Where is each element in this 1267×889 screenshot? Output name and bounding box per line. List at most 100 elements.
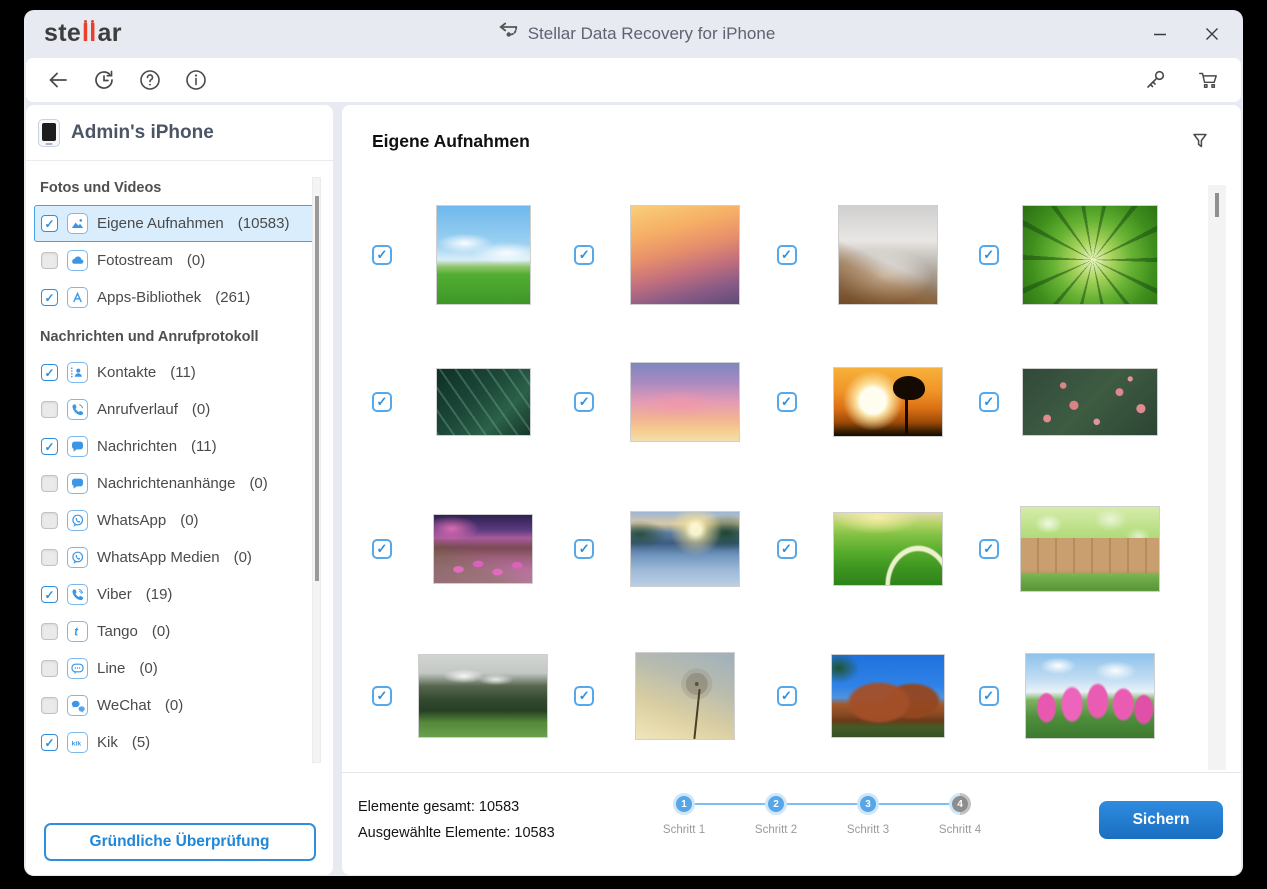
photo-wrap bbox=[999, 368, 1181, 436]
sidebar-item[interactable]: tTango(0) bbox=[34, 613, 319, 650]
sidebar-item[interactable]: Line(0) bbox=[34, 650, 319, 687]
sidebar-item[interactable]: Fotostream(0) bbox=[34, 242, 319, 279]
sidebar-item-count: (261) bbox=[215, 289, 250, 306]
photo-thumbnail[interactable] bbox=[630, 511, 740, 587]
buy-cart-icon[interactable] bbox=[1197, 68, 1221, 92]
photo-wrap bbox=[797, 367, 979, 437]
photo-checkbox[interactable] bbox=[777, 245, 797, 265]
photo-thumbnail[interactable] bbox=[436, 368, 531, 436]
photo-thumbnail[interactable] bbox=[1022, 205, 1158, 305]
sidebar-item[interactable]: Anrufverlauf(0) bbox=[34, 391, 319, 428]
photo-wrap bbox=[392, 368, 574, 436]
sidebar-item[interactable]: Viber(19) bbox=[34, 576, 319, 613]
photo-thumbnail[interactable] bbox=[1020, 506, 1160, 592]
category-checkbox[interactable] bbox=[41, 475, 58, 492]
photo-checkbox[interactable] bbox=[372, 392, 392, 412]
category-checkbox[interactable] bbox=[41, 401, 58, 418]
photo-thumbnail[interactable] bbox=[833, 512, 943, 586]
photo-cell bbox=[574, 328, 776, 475]
category-checkbox[interactable] bbox=[41, 252, 58, 269]
info-icon[interactable] bbox=[184, 68, 208, 92]
photo-thumbnail[interactable] bbox=[1022, 368, 1158, 436]
category-list: Fotos und VideosEigene Aufnahmen(10583)F… bbox=[26, 161, 333, 813]
logo-text: ste bbox=[44, 19, 81, 48]
photo-checkbox[interactable] bbox=[979, 539, 999, 559]
sidebar-item-label: WeChat bbox=[97, 697, 151, 714]
call-icon bbox=[67, 399, 88, 420]
photo-checkbox[interactable] bbox=[372, 686, 392, 706]
photo-checkbox[interactable] bbox=[574, 392, 594, 412]
sidebar-item[interactable]: kikKik(5) bbox=[34, 724, 319, 761]
sidebar-item[interactable]: Nachrichtenanhänge(0) bbox=[34, 465, 319, 502]
whatsapp-icon bbox=[67, 510, 88, 531]
photo-checkbox[interactable] bbox=[574, 539, 594, 559]
save-button[interactable]: Sichern bbox=[1099, 801, 1223, 839]
history-icon[interactable] bbox=[92, 68, 116, 92]
filter-icon[interactable] bbox=[1189, 130, 1211, 152]
photo-thumbnail[interactable] bbox=[433, 514, 533, 584]
category-checkbox[interactable] bbox=[41, 734, 58, 751]
step-3: 3Schritt 3 bbox=[822, 793, 914, 836]
photo-checkbox[interactable] bbox=[777, 686, 797, 706]
sidebar-item[interactable]: WeChat(0) bbox=[34, 687, 319, 724]
photo-checkbox[interactable] bbox=[777, 392, 797, 412]
main-scrollbar[interactable] bbox=[1208, 185, 1226, 770]
category-checkbox[interactable] bbox=[41, 586, 58, 603]
photo-checkbox[interactable] bbox=[979, 245, 999, 265]
svg-text:t: t bbox=[74, 627, 79, 639]
sidebar-item[interactable]: Nachrichten(11) bbox=[34, 428, 319, 465]
category-checkbox[interactable] bbox=[41, 697, 58, 714]
category-checkbox[interactable] bbox=[41, 215, 58, 232]
register-key-icon[interactable] bbox=[1143, 68, 1167, 92]
sidebar-item-count: (0) bbox=[234, 549, 252, 566]
photo-checkbox[interactable] bbox=[979, 392, 999, 412]
sidebar-item[interactable]: Eigene Aufnahmen(10583) bbox=[34, 205, 319, 242]
sidebar-item[interactable]: Kontakte(11) bbox=[34, 354, 319, 391]
photo-wrap bbox=[594, 652, 776, 740]
category-checkbox[interactable] bbox=[41, 289, 58, 306]
category-checkbox[interactable] bbox=[41, 512, 58, 529]
app-window: stellar Stellar Data Recovery for iPhone bbox=[24, 10, 1243, 876]
sidebar-item[interactable]: WhatsApp Medien(0) bbox=[34, 539, 319, 576]
photo-thumbnail[interactable] bbox=[436, 205, 531, 305]
back-icon[interactable] bbox=[46, 68, 70, 92]
sidebar-scrollbar[interactable] bbox=[312, 177, 321, 763]
help-icon[interactable] bbox=[138, 68, 162, 92]
photo-thumbnail[interactable] bbox=[833, 367, 943, 437]
close-button[interactable] bbox=[1201, 23, 1223, 45]
photo-checkbox[interactable] bbox=[372, 245, 392, 265]
photo-checkbox[interactable] bbox=[777, 539, 797, 559]
photo-checkbox[interactable] bbox=[574, 245, 594, 265]
sidebar-item[interactable]: Apps-Bibliothek(261) bbox=[34, 279, 319, 316]
photo-thumbnail[interactable] bbox=[630, 205, 740, 305]
category-checkbox[interactable] bbox=[41, 660, 58, 677]
photo-wrap bbox=[999, 205, 1181, 305]
appstore-icon bbox=[67, 287, 88, 308]
photo-thumbnail[interactable] bbox=[838, 205, 938, 305]
category-checkbox[interactable] bbox=[41, 623, 58, 640]
photo-thumbnail[interactable] bbox=[635, 652, 735, 740]
sidebar-item-count: (0) bbox=[139, 660, 157, 677]
main-panel: Eigene Aufnahmen Elemente gesamt: 10583 … bbox=[342, 105, 1241, 875]
deep-scan-button[interactable]: Gründliche Überprüfung bbox=[44, 823, 316, 861]
step-4: 4Schritt 4 bbox=[914, 793, 1006, 836]
main-scrollbar-thumb[interactable] bbox=[1215, 193, 1219, 217]
photo-thumbnail[interactable] bbox=[630, 362, 740, 442]
photo-checkbox[interactable] bbox=[574, 686, 594, 706]
sidebar-item[interactable]: WhatsApp(0) bbox=[34, 502, 319, 539]
sidebar-section-title: Nachrichten und Anrufprotokoll bbox=[26, 316, 333, 354]
sidebar-scrollbar-thumb[interactable] bbox=[315, 196, 319, 581]
total-count-value: 10583 bbox=[479, 799, 519, 815]
photo-thumbnail[interactable] bbox=[831, 654, 945, 738]
photo-thumbnail[interactable] bbox=[418, 654, 548, 738]
category-checkbox[interactable] bbox=[41, 364, 58, 381]
minimize-button[interactable] bbox=[1149, 23, 1171, 45]
category-checkbox[interactable] bbox=[41, 549, 58, 566]
photo-checkbox[interactable] bbox=[372, 539, 392, 559]
photo-checkbox[interactable] bbox=[979, 686, 999, 706]
photo-thumbnail[interactable] bbox=[1025, 653, 1155, 739]
sidebar-item-count: (11) bbox=[191, 438, 217, 455]
photo-cell bbox=[372, 475, 574, 622]
sidebar-item-label: WhatsApp bbox=[97, 512, 166, 529]
category-checkbox[interactable] bbox=[41, 438, 58, 455]
